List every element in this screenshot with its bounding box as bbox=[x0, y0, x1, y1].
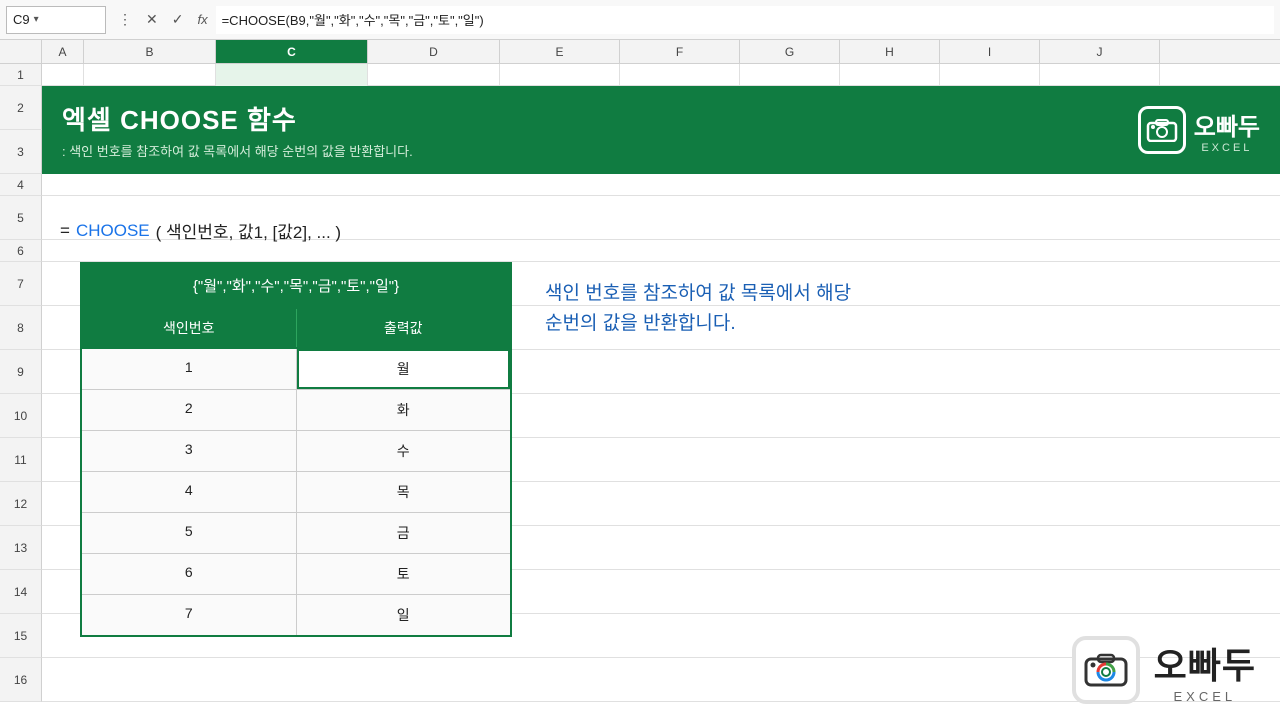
table-body: 1 월 2 화 3 수 4 목 5 금 6 토 bbox=[80, 349, 512, 637]
col-header-g[interactable]: G bbox=[740, 40, 840, 63]
banner-subtitle: : 색인 번호를 참조하여 값 목록에서 해당 순번의 값을 반환합니다. bbox=[62, 141, 1280, 160]
formula-args: ( 색인번호, 값1, [값2], ... ) bbox=[156, 218, 341, 243]
formula-syntax: = CHOOSE ( 색인번호, 값1, [값2], ... ) bbox=[60, 218, 341, 243]
table-cell-value-1: 화 bbox=[297, 390, 511, 430]
table-cell-index-4: 5 bbox=[82, 513, 297, 553]
header-spacer bbox=[0, 40, 42, 63]
cell-reference-text: C9 bbox=[13, 12, 30, 27]
col-header-j[interactable]: J bbox=[1040, 40, 1160, 63]
logo-sub-text: EXCEL bbox=[1194, 142, 1260, 154]
bottom-brand-sub: EXCEL bbox=[1154, 689, 1256, 704]
col-header-c[interactable]: C bbox=[216, 40, 368, 63]
col-header-d[interactable]: D bbox=[368, 40, 500, 63]
formula-equals: = bbox=[60, 221, 70, 241]
camera-icon bbox=[1146, 118, 1178, 142]
bottom-logo-icon-box bbox=[1072, 636, 1140, 704]
table-row[interactable]: 7 일 bbox=[82, 595, 510, 635]
table-row[interactable]: 2 화 bbox=[82, 390, 510, 431]
table-column-headers: 색인번호 출력값 bbox=[80, 309, 512, 349]
grid-row-4 bbox=[0, 174, 1280, 196]
col-header-h[interactable]: H bbox=[840, 40, 940, 63]
row-num-14: 14 bbox=[0, 570, 42, 614]
table-cell-index-5: 6 bbox=[82, 554, 297, 594]
table-row[interactable]: 3 수 bbox=[82, 431, 510, 472]
bottom-brand-name: 오빠두 bbox=[1154, 637, 1256, 689]
row-numbers: 1 2 3 4 5 6 7 8 9 10 11 12 13 14 15 16 bbox=[0, 64, 42, 702]
table-row[interactable]: 4 목 bbox=[82, 472, 510, 513]
bottom-logo-text-group: 오빠두 EXCEL bbox=[1154, 637, 1256, 704]
row-num-16: 16 bbox=[0, 658, 42, 702]
grid-row-6 bbox=[0, 240, 1280, 262]
row-num-15: 15 bbox=[0, 614, 42, 658]
table-cell-index-0: 1 bbox=[82, 349, 297, 389]
row-num-10: 10 bbox=[0, 394, 42, 438]
col-header-index: 색인번호 bbox=[82, 309, 297, 347]
logo-icon bbox=[1138, 106, 1186, 154]
table-cell-value-2: 수 bbox=[297, 431, 511, 471]
table-row[interactable]: 5 금 bbox=[82, 513, 510, 554]
col-header-i[interactable]: I bbox=[940, 40, 1040, 63]
row-num-3: 3 bbox=[0, 130, 42, 174]
logo-text-group: 오빠두 EXCEL bbox=[1194, 107, 1260, 154]
table-cell-value-4: 금 bbox=[297, 513, 511, 553]
banner: 엑셀 CHOOSE 함수 : 색인 번호를 참조하여 값 목록에서 해당 순번의… bbox=[42, 86, 1280, 174]
cancel-formula-icon[interactable]: ✕ bbox=[142, 9, 162, 30]
col-header-b[interactable]: B bbox=[84, 40, 216, 63]
row-num-4: 4 bbox=[0, 174, 42, 196]
more-options-icon[interactable]: ⋮ bbox=[114, 9, 136, 30]
col-header-f[interactable]: F bbox=[620, 40, 740, 63]
table-cell-index-2: 3 bbox=[82, 431, 297, 471]
row-num-13: 13 bbox=[0, 526, 42, 570]
bottom-camera-icon bbox=[1084, 653, 1128, 687]
banner-logo: 오빠두 EXCEL bbox=[1138, 106, 1260, 154]
col-header-value: 출력값 bbox=[297, 309, 511, 347]
cell-reference-box[interactable]: C9 ▾ bbox=[6, 6, 106, 34]
col-header-a[interactable]: A bbox=[42, 40, 84, 63]
confirm-formula-icon[interactable]: ✓ bbox=[168, 9, 188, 30]
fx-icon[interactable]: fx bbox=[193, 12, 211, 27]
row-num-6: 6 bbox=[0, 240, 42, 262]
row-num-5: 5 bbox=[0, 196, 42, 240]
col-header-e[interactable]: E bbox=[500, 40, 620, 63]
row-num-8: 8 bbox=[0, 306, 42, 350]
table-row[interactable]: 1 월 bbox=[82, 349, 510, 390]
table-cell-value-6: 일 bbox=[297, 595, 511, 635]
row-num-1: 1 bbox=[0, 64, 42, 86]
description-line1: 색인 번호를 참조하여 값 목록에서 해당 bbox=[545, 279, 925, 309]
chevron-down-icon[interactable]: ▾ bbox=[34, 14, 39, 25]
description-line2: 순번의 값을 반환합니다. bbox=[545, 309, 925, 339]
formula-input[interactable] bbox=[216, 6, 1274, 34]
logo-brand-name: 오빠두 bbox=[1194, 107, 1260, 142]
row-num-2: 2 bbox=[0, 86, 42, 130]
column-headers: A B C D E F G H I J bbox=[0, 40, 1280, 64]
table-top-header: {"월","화","수","목","금","토","일"} bbox=[80, 262, 512, 309]
data-table: {"월","화","수","목","금","토","일"} 색인번호 출력값 1… bbox=[80, 262, 512, 637]
row-num-12: 12 bbox=[0, 482, 42, 526]
row-num-9: 9 bbox=[0, 350, 42, 394]
table-cell-index-1: 2 bbox=[82, 390, 297, 430]
table-cell-index-6: 7 bbox=[82, 595, 297, 635]
row-num-7: 7 bbox=[0, 262, 42, 306]
grid-row-1: 1 bbox=[0, 64, 1280, 86]
formula-bar-icons: ⋮ ✕ ✓ fx bbox=[114, 9, 212, 30]
bottom-logo: 오빠두 EXCEL bbox=[1072, 636, 1256, 704]
row-num-11: 11 bbox=[0, 438, 42, 482]
table-row[interactable]: 6 토 bbox=[82, 554, 510, 595]
banner-title: 엑셀 CHOOSE 함수 bbox=[62, 100, 1280, 137]
table-cell-value-5: 토 bbox=[297, 554, 511, 594]
description-area: 색인 번호를 참조하여 값 목록에서 해당 순번의 값을 반환합니다. bbox=[545, 279, 925, 340]
table-cell-value-3: 목 bbox=[297, 472, 511, 512]
table-cell-value-0: 월 bbox=[297, 349, 511, 389]
formula-name: CHOOSE bbox=[76, 221, 150, 241]
formula-bar: C9 ▾ ⋮ ✕ ✓ fx bbox=[0, 0, 1280, 40]
table-cell-index-3: 4 bbox=[82, 472, 297, 512]
